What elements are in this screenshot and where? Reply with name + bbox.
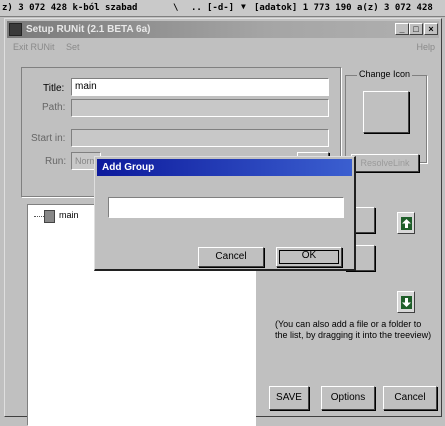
title-field[interactable]: main bbox=[71, 78, 329, 96]
menu-exit[interactable]: Exit RUNit bbox=[13, 42, 55, 52]
free-space-left: z) 3 072 428 k-ból szabad bbox=[2, 3, 138, 13]
maximize-button[interactable]: □ bbox=[409, 23, 423, 35]
resolve-link-button[interactable]: ResolveLink bbox=[351, 154, 419, 172]
add-group-dialog: Add Group Cancel OK bbox=[94, 156, 356, 271]
start-in-label: Start in: bbox=[31, 133, 66, 144]
status-strip: z) 3 072 428 k-ból szabad \ .. [-d-] ▼ [… bbox=[0, 0, 445, 17]
drag-hint: (You can also add a file or a folder to … bbox=[275, 319, 432, 340]
drive-selector[interactable]: [-d-] bbox=[207, 0, 234, 16]
path-field[interactable] bbox=[71, 99, 329, 117]
options-button[interactable]: Options bbox=[321, 386, 375, 410]
path-separator: \ bbox=[173, 3, 179, 13]
folder-icon bbox=[44, 210, 55, 223]
menu-set[interactable]: Set bbox=[66, 42, 80, 52]
tree-connector bbox=[34, 216, 44, 217]
menu-bar: Exit RUNit Set bbox=[13, 42, 89, 52]
free-space-right: [adatok] 1 773 190 a(z) 3 072 428 bbox=[254, 3, 433, 13]
dialog-titlebar[interactable]: Add Group bbox=[97, 159, 352, 176]
arrow-up-icon bbox=[401, 217, 412, 230]
save-button[interactable]: SAVE bbox=[269, 386, 309, 410]
close-button[interactable]: × bbox=[424, 23, 438, 35]
dialog-ok-button[interactable]: OK bbox=[276, 247, 342, 267]
run-label: Run: bbox=[45, 156, 67, 167]
window-title: Setup RUNit (2.1 BETA 6a) bbox=[26, 24, 151, 35]
dialog-title: Add Group bbox=[102, 162, 155, 173]
window-titlebar[interactable]: Setup RUNit (2.1 BETA 6a) _ □ × bbox=[7, 21, 439, 38]
change-icon-button[interactable] bbox=[363, 91, 409, 133]
dialog-cancel-button[interactable]: Cancel bbox=[198, 247, 264, 267]
cancel-button[interactable]: Cancel bbox=[383, 386, 437, 410]
chevron-down-icon[interactable]: ▼ bbox=[241, 0, 246, 15]
move-up-button[interactable] bbox=[397, 212, 415, 234]
move-down-button[interactable] bbox=[397, 291, 415, 313]
title-label: Title: bbox=[43, 83, 65, 94]
parent-dir: .. bbox=[191, 3, 202, 13]
menu-help[interactable]: Help bbox=[416, 42, 435, 52]
tree-item[interactable]: main bbox=[59, 210, 79, 220]
app-icon bbox=[9, 23, 22, 36]
minimize-button[interactable]: _ bbox=[395, 23, 409, 35]
arrow-down-icon bbox=[401, 296, 412, 309]
path-label: Path: bbox=[42, 102, 66, 113]
start-in-field[interactable] bbox=[71, 129, 329, 147]
change-icon-label: Change Icon bbox=[357, 69, 413, 79]
group-name-input[interactable] bbox=[108, 197, 344, 218]
